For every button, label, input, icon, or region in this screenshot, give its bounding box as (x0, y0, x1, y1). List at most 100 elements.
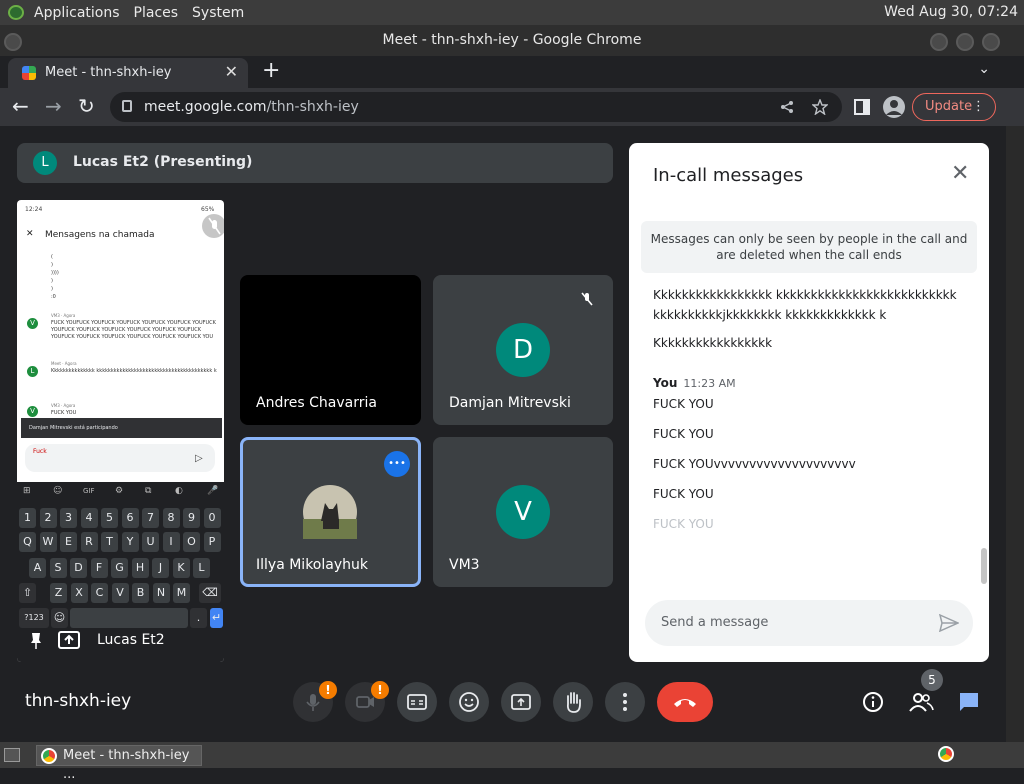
window-menu-button[interactable] (4, 33, 22, 51)
bookmark-star-icon[interactable] (812, 99, 828, 115)
end-call-icon (674, 699, 696, 707)
chat-message: FUCK YOUvvvvvvvvvvvvvvvvvvvv (653, 457, 856, 471)
keyboard-key: K (172, 558, 190, 578)
meeting-code: thn-shxh-iey (25, 691, 132, 711)
presenting-bar[interactable]: L Lucas Et2 (Presenting) (17, 143, 613, 183)
task-label: Meet - thn-shxh-iey ... (63, 748, 190, 782)
minimize-button[interactable] (930, 33, 948, 51)
phone-sender: Meet · Agora (51, 361, 77, 366)
chat-title: In-call messages (653, 165, 804, 186)
back-icon[interactable]: ← (12, 94, 29, 118)
send-icon[interactable] (939, 614, 959, 632)
more-options-icon[interactable]: ••• (384, 451, 410, 477)
tab-search-chevron-icon[interactable]: ⌄ (978, 61, 990, 77)
people-icon[interactable] (908, 691, 934, 713)
chat-message: Kkkkkkkkkkkkkkkkk kkkkkkkkkkkkkkkkkkkkkk… (653, 288, 957, 322)
keyboard-key: V (111, 583, 129, 603)
raise-hand-button[interactable] (553, 682, 593, 722)
leave-call-button[interactable] (657, 682, 713, 722)
chat-icon[interactable] (958, 691, 980, 713)
tab-label: Meet - thn-shxh-iey (45, 65, 172, 80)
chat-panel: In-call messages ✕ Messages can only be … (629, 143, 989, 662)
phone-msg: ) (51, 262, 53, 268)
chat-close-icon[interactable]: ✕ (951, 161, 969, 186)
kb-grid-icon: ⊞ (23, 486, 31, 496)
new-tab-button[interactable]: + (262, 58, 280, 83)
present-screen-icon[interactable] (58, 631, 80, 651)
keyboard-key: ⇧ (19, 583, 36, 603)
chat-sender-row: You 11:23 AM (653, 373, 963, 394)
keyboard-key: 3 (60, 508, 77, 528)
phone-status-time: 12:24 (25, 206, 43, 213)
keyboard-key: X (70, 583, 88, 603)
emoji-icon (459, 692, 479, 712)
side-panel-icon[interactable] (854, 99, 870, 115)
key-enter: ↵ (210, 608, 223, 628)
participant-photo-avatar (303, 485, 357, 539)
phone-sender: VM3 · Agora (51, 403, 76, 408)
tab-close-icon[interactable]: ✕ (225, 62, 238, 81)
keyboard-key: 5 (101, 508, 118, 528)
system-menu[interactable]: System (192, 5, 244, 21)
phone-msg-text: FUCK YOU (51, 410, 77, 416)
update-button[interactable]: Update ⋮ (912, 93, 996, 121)
taskbar-chrome-task[interactable]: Meet - thn-shxh-iey ... (36, 745, 202, 782)
show-desktop-icon[interactable] (4, 748, 20, 762)
key-dot: . (190, 608, 207, 628)
keyboard-key: S (49, 558, 67, 578)
camera-warning-badge: ! (371, 681, 389, 699)
participant-tile-vm3[interactable]: V VM3 (433, 437, 613, 587)
keyboard-key: O (183, 532, 200, 552)
reload-icon[interactable]: ↻ (78, 94, 95, 118)
participant-tile-illya[interactable]: ••• Illya Mikolayhuk (240, 437, 421, 587)
chat-message: FUCK YOU (653, 427, 714, 441)
address-bar[interactable]: meet.google.com/thn-shxh-iey (110, 92, 842, 122)
participant-tile-damjan[interactable]: D Damjan Mitrevski (433, 275, 613, 425)
reactions-button[interactable] (449, 682, 489, 722)
phone-avatar-v: V (27, 318, 38, 329)
phone-message-input: Fuck ▷ (25, 444, 215, 472)
close-window-button[interactable] (982, 33, 1000, 51)
chrome-menu-icon[interactable]: ⋮ (972, 94, 985, 120)
keyboard-key: 7 (142, 508, 159, 528)
chat-scrollbar[interactable] (981, 548, 987, 584)
chat-message-input[interactable]: Send a message (645, 600, 973, 646)
meeting-details-icon[interactable] (862, 691, 884, 713)
top-panel: Applications Places System Wed Aug 30, 0… (0, 0, 1024, 25)
applications-menu[interactable]: Applications (34, 5, 120, 21)
mic-off-icon (202, 214, 224, 238)
gnome-foot-icon[interactable] (8, 5, 24, 20)
phone-msg: )))) (51, 270, 59, 276)
lock-icon[interactable] (122, 100, 132, 112)
chrome-tray-icon[interactable] (938, 746, 954, 762)
mic-warning-badge: ! (319, 681, 337, 699)
phone-msg: ) (51, 286, 53, 292)
keyboard-key: 4 (80, 508, 98, 528)
chat-time: 11:23 AM (683, 377, 736, 390)
places-menu[interactable]: Places (134, 5, 179, 21)
panel-clock[interactable]: Wed Aug 30, 07:24 (884, 4, 1018, 20)
keyboard-key: L (193, 558, 210, 578)
more-options-button[interactable] (605, 682, 645, 722)
share-icon[interactable] (780, 100, 794, 114)
keyboard-key: M (173, 583, 190, 603)
keyboard-key: B (132, 583, 149, 603)
participant-avatar: D (496, 323, 550, 377)
pin-icon[interactable] (30, 632, 42, 650)
keyboard-key: G (111, 558, 128, 578)
meet-favicon-icon (22, 66, 36, 80)
keyboard-key: N (152, 583, 170, 603)
window-scrollbar[interactable] (1006, 126, 1024, 742)
forward-icon[interactable]: → (45, 94, 62, 118)
tab-meet[interactable]: Meet - thn-shxh-iey ✕ (8, 58, 248, 88)
phone-msg: ) (51, 278, 53, 284)
profile-avatar-icon[interactable] (883, 96, 905, 118)
present-now-button[interactable] (501, 682, 541, 722)
captions-button[interactable] (397, 682, 437, 722)
keyboard-key: Q (19, 532, 36, 552)
participant-tile-andres[interactable]: Andres Chavarria (240, 275, 421, 425)
chat-input-placeholder: Send a message (661, 615, 769, 630)
maximize-button[interactable] (956, 33, 974, 51)
screen-share-tile[interactable]: 12:24 65% ✕ Mensagens na chamada ( ) )))… (17, 200, 224, 662)
participant-avatar: V (496, 485, 550, 539)
